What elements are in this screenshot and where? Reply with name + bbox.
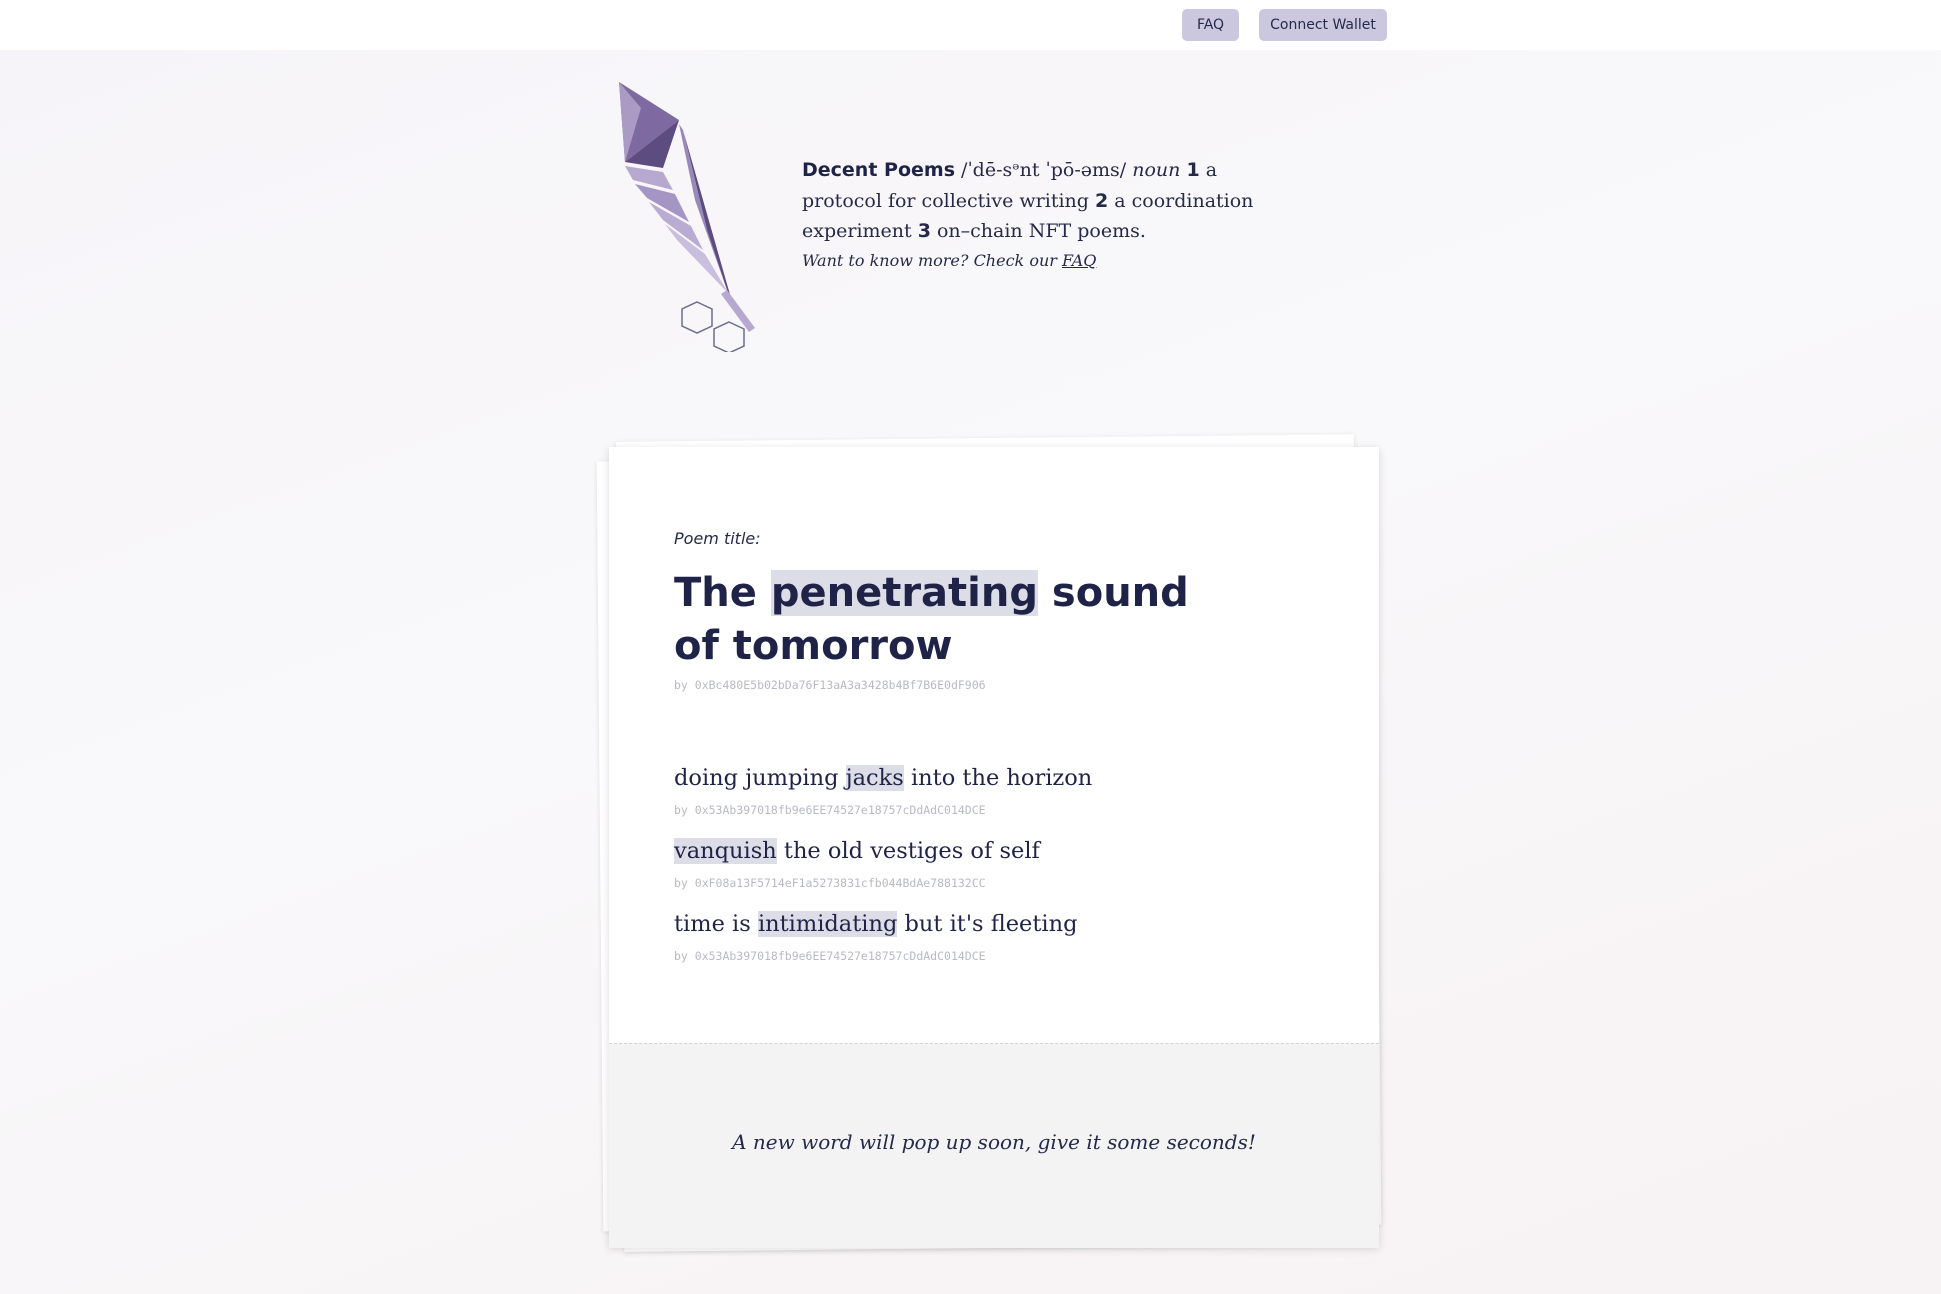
- hexagon-outline-1: [681, 301, 713, 334]
- part-of-speech: noun: [1132, 159, 1181, 181]
- faq-button[interactable]: FAQ: [1182, 9, 1239, 41]
- quill-feather-icon: [619, 82, 755, 352]
- verse-highlighted-word: intimidating: [757, 911, 898, 937]
- waiting-message: A new word will pop up soon, give it som…: [732, 1130, 1256, 1154]
- more-info-label: Want to know more? Check our: [802, 251, 1062, 270]
- verse-highlighted-word: jacks: [845, 765, 904, 791]
- verse-highlighted-word: vanquish: [674, 838, 777, 864]
- feather-shaft: [683, 130, 751, 326]
- brand-name: Decent Poems: [802, 159, 956, 181]
- verse-author-address: by 0xF08a13F5714eF1a5273831cfb044BdAe788…: [674, 876, 986, 890]
- pronunciation: /ˈdē-sᵊnt ˈpō-əms/: [955, 159, 1133, 181]
- poem-title-label: Poem title:: [674, 529, 761, 548]
- definition-number-1: 1: [1186, 159, 1200, 181]
- poem-title: The penetrating sound of tomorrow: [674, 567, 1234, 673]
- connect-wallet-button[interactable]: Connect Wallet: [1259, 9, 1387, 41]
- definition-number-2: 2: [1094, 189, 1109, 212]
- verse-line: vanquish the old vestiges of self: [674, 838, 1040, 864]
- more-info-text: Want to know more? Check our FAQ: [802, 251, 1302, 270]
- top-bar: FAQ Connect Wallet: [0, 0, 1941, 50]
- faq-link[interactable]: FAQ: [1062, 251, 1096, 270]
- title-author-address: by 0xBc480E5b02bDa76F13aA3a3428b4Bf7B6E0…: [674, 678, 986, 692]
- definition-number-3: 3: [917, 220, 931, 242]
- next-word-area: A new word will pop up soon, give it som…: [609, 1043, 1379, 1248]
- feather-vane-light: [625, 166, 673, 190]
- verse-line: doing jumping jacks into the horizon: [674, 765, 1092, 791]
- verse-text: time is: [674, 911, 758, 937]
- verse-text: doing jumping: [674, 765, 846, 791]
- project-definition: Decent Poems /ˈdē-sᵊnt ˈpō-əms/ noun 1 a…: [802, 155, 1302, 247]
- verse-author-address: by 0x53Ab397018fb9e6EE74527e18757cDdAdC0…: [674, 949, 986, 963]
- verse-text: into the horizon: [903, 765, 1093, 791]
- hexagon-outline-2: [713, 321, 745, 352]
- poem-card: Poem title: The penetrating sound of tom…: [609, 447, 1379, 1248]
- verse-text: but it's fleeting: [897, 911, 1078, 937]
- title-highlighted-word: penetrating: [770, 570, 1038, 616]
- verse-author-address: by 0x53Ab397018fb9e6EE74527e18757cDdAdC0…: [674, 803, 986, 817]
- title-text: The: [674, 570, 771, 616]
- verse-text: the old vestiges of self: [776, 838, 1040, 864]
- definition-3: on–chain NFT poems.: [930, 220, 1146, 242]
- verse-line: time is intimidating but it's fleeting: [674, 911, 1077, 937]
